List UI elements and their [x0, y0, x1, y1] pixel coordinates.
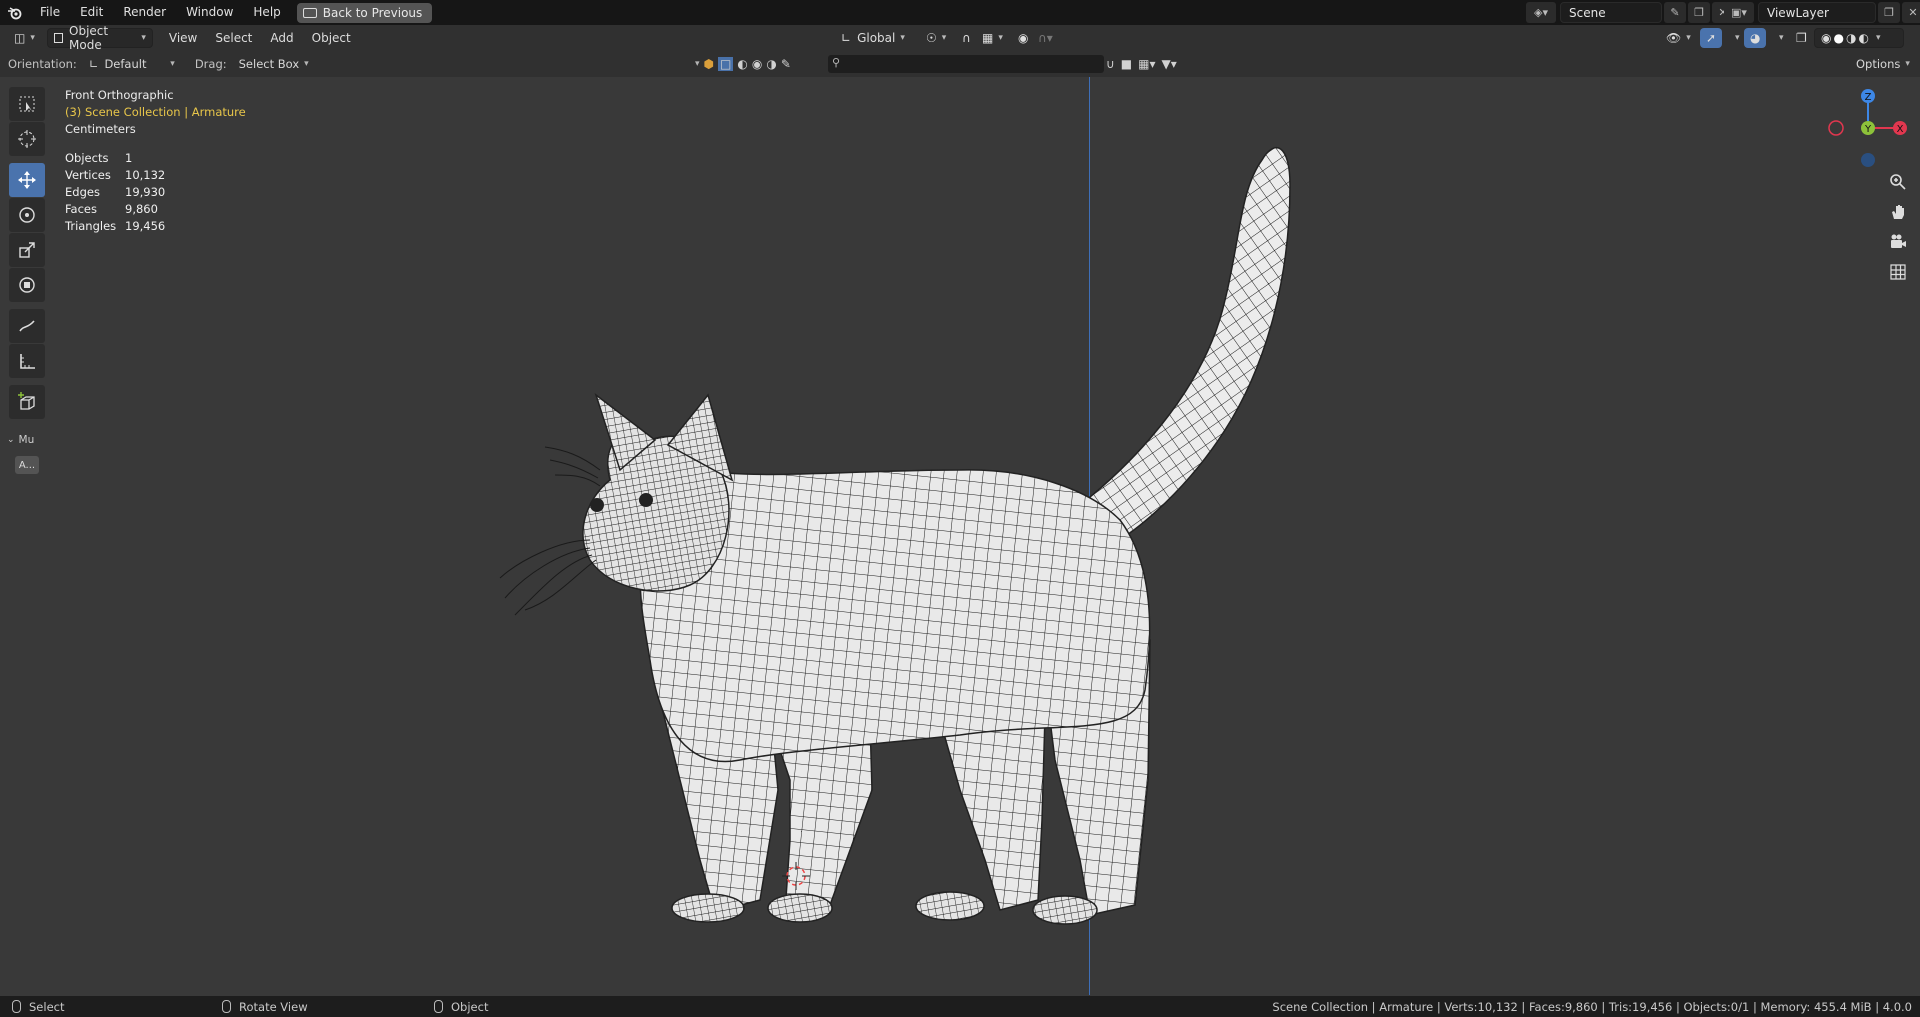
- cat-tail: [1058, 147, 1291, 546]
- status-object-hint: Object: [434, 1000, 488, 1014]
- cat-paw: [1032, 895, 1098, 925]
- status-rotate-hint: Rotate View: [222, 1000, 308, 1014]
- gizmo-z-label: Z: [1865, 92, 1872, 103]
- gizmo-neg-z-axis[interactable]: [1861, 153, 1875, 167]
- gizmo-y-label: Y: [1864, 124, 1872, 135]
- navigation-gizmo[interactable]: Z X Y: [1820, 84, 1910, 174]
- mouse-right-icon: [434, 1000, 443, 1013]
- zoom-icon[interactable]: [1884, 168, 1912, 196]
- status-object-label: Object: [451, 999, 489, 1014]
- cat-mesh-viewport[interactable]: [0, 0, 1920, 1017]
- cat-eye: [590, 498, 604, 512]
- status-select-hint: Select: [12, 1000, 64, 1014]
- gizmo-x-label: X: [1897, 124, 1904, 135]
- status-rotate-label: Rotate View: [239, 999, 308, 1014]
- cat-eye: [639, 493, 653, 507]
- status-scene-info: Scene Collection | Armature | Verts:10,1…: [1272, 999, 1912, 1014]
- gizmo-neg-x-axis[interactable]: [1828, 120, 1844, 136]
- cat-paw: [767, 893, 833, 923]
- cat-paw: [671, 893, 745, 923]
- status-bar: Select Rotate View Object Scene Collecti…: [0, 996, 1920, 1017]
- cat-paw: [915, 891, 985, 921]
- status-select-label: Select: [29, 999, 65, 1014]
- pan-hand-icon[interactable]: [1884, 198, 1912, 226]
- cat-back-leg-left: [939, 714, 1046, 911]
- ortho-grid-icon[interactable]: [1884, 258, 1912, 286]
- cat-model[interactable]: [499, 147, 1291, 925]
- camera-view-icon[interactable]: [1884, 228, 1912, 256]
- mouse-left-icon: [12, 1000, 21, 1013]
- mouse-middle-icon: [222, 1000, 231, 1013]
